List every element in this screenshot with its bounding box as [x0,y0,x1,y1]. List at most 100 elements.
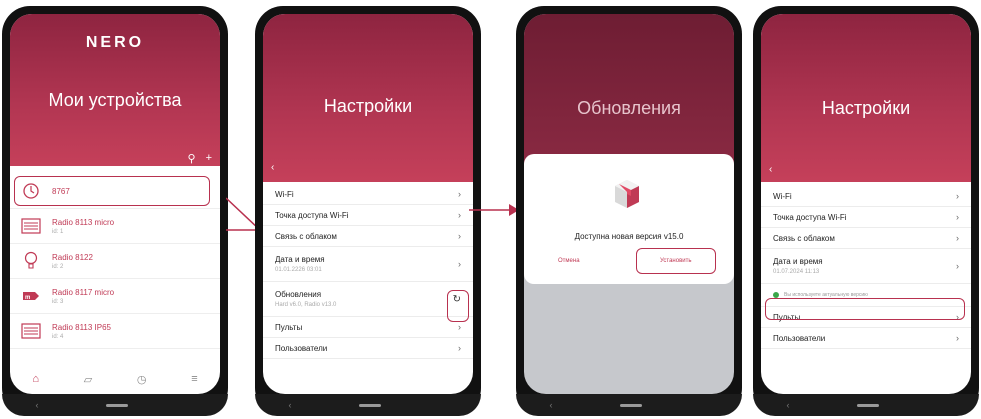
search-icon[interactable]: ⚲ [188,152,196,165]
settings-item-cloud[interactable]: Связь с облаком › [761,228,971,249]
chevron-right-icon: › [956,212,959,222]
chevron-right-icon: › [956,191,959,201]
page-title: Обновления [577,98,681,118]
settings-label: Обновления [275,290,322,299]
settings-label: Пользователи [773,333,826,343]
settings-label: Дата и время [773,257,823,266]
device-name: Radio 8113 micro [52,217,115,227]
system-nav-bar: ‹ [2,394,228,416]
update-dialog: Доступна новая версия v15.0 Отмена Устан… [524,154,734,284]
radio-icon [20,215,42,237]
home-pill[interactable] [619,403,642,407]
settings-label: Связь с облаком [773,233,835,243]
settings-list: Wi-Fi › Точка доступа Wi-Fi › Связь с обла… [761,186,971,349]
svg-text:m: m [25,295,30,301]
chevron-right-icon: › [956,233,959,243]
cancel-button[interactable]: Отмена [558,258,580,264]
chevron-right-icon: › [956,333,959,343]
settings-item-remotes[interactable]: Пульты › [263,317,473,338]
radio-icon [20,320,42,342]
settings-label: Пользователи [275,343,328,353]
settings-item-hotspot[interactable]: Точка доступа Wi-Fi › [761,207,971,228]
status-bar [775,18,957,28]
status-bar [24,18,206,28]
phone-settings: Настройки ‹ Wi-Fi › Точка доступа Wi-Fi › … [255,6,481,416]
settings-label: Wi-Fi [773,191,792,201]
chevron-right-icon: › [458,210,461,220]
settings-item-users[interactable]: Пользователи › [263,338,473,359]
settings-label: Дата и время [275,255,325,264]
device-name: Radio 8122 [52,252,93,262]
device-name: Radio 8113 IP65 [52,322,112,332]
chevron-right-icon: › [458,259,461,269]
back-nav-icon[interactable]: ‹ [550,400,553,410]
highlight-box [447,290,469,322]
settings-value: Hard v6.0, Radio v13.0 [275,302,337,308]
highlight-box [14,176,210,206]
settings-label: Пульты [275,322,303,332]
back-nav-icon[interactable]: ‹ [787,400,790,410]
add-icon[interactable]: + [206,152,212,165]
settings-item-wifi[interactable]: Wi-Fi › [263,184,473,205]
menu-icon[interactable]: ≡ [191,373,197,385]
device-id: id: 3 [52,298,64,305]
package-icon [615,180,639,208]
device-item[interactable]: Radio 8113 IP65 id: 4 [10,314,220,349]
screen: Настройки ‹ Wi-Fi › Точка доступа Wi-Fi › … [761,14,971,394]
settings-item-datetime[interactable]: Дата и время 01.01.2226 03:01 › [263,247,473,282]
screen: Обновления Доступна новая версия v15.0 О… [524,14,734,394]
chevron-right-icon: › [458,189,461,199]
phone-settings-updated: Настройки ‹ Wi-Fi › Точка доступа Wi-Fi › … [753,6,979,416]
header-background [524,14,734,174]
device-item[interactable]: Radio 8122 id: 2 [10,244,220,279]
settings-item-cloud[interactable]: Связь с облаком › [263,226,473,247]
settings-item-updates[interactable]: Обновления Hard v6.0, Radio v13.0 ↻ [263,282,473,317]
back-arrow-icon[interactable]: ‹ [769,164,772,175]
settings-item-users[interactable]: Пользователи › [761,328,971,349]
settings-label: Точка доступа Wi-Fi [773,212,847,222]
phone-my-devices: NERO Мои устройства ⚲ + 8767 Radio 8113 … [2,6,228,416]
chevron-right-icon: › [956,261,959,271]
settings-label: Связь с облаком [275,231,337,241]
home-pill[interactable] [105,403,128,407]
dialog-message: Доступна новая версия v15.0 [574,232,684,241]
page-title: Мои устройства [48,90,182,110]
page-title: Настройки [323,96,413,116]
system-nav-bar: ‹ [516,394,742,416]
settings-label: Точка доступа Wi-Fi [275,210,349,220]
settings-list: Wi-Fi › Точка доступа Wi-Fi › Связь с обла… [263,184,473,359]
back-arrow-icon[interactable]: ‹ [271,162,274,173]
highlight-box [636,248,716,274]
settings-label: Wi-Fi [275,189,294,199]
device-id: id: 1 [52,228,64,235]
home-pill[interactable] [856,403,879,407]
chevron-right-icon: › [458,322,461,332]
system-nav-bar: ‹ [753,394,979,416]
remote-icon: m [20,285,42,307]
home-icon[interactable]: ⌂ [32,373,39,385]
device-item[interactable]: Radio 8113 micro id: 1 [10,209,220,244]
home-pill[interactable] [358,403,381,407]
screen: Настройки ‹ Wi-Fi › Точка доступа Wi-Fi › … [263,14,473,394]
arrow-icon [469,204,519,216]
device-item[interactable]: m Radio 8117 micro id: 3 [10,279,220,314]
settings-item-wifi[interactable]: Wi-Fi › [761,186,971,207]
back-nav-icon[interactable]: ‹ [36,400,39,410]
settings-item-hotspot[interactable]: Точка доступа Wi-Fi › [263,205,473,226]
device-id: id: 4 [52,333,64,340]
status-bar [538,18,720,28]
device-id: id: 2 [52,263,64,270]
back-nav-icon[interactable]: ‹ [289,400,292,410]
header-actions: ⚲ + [188,152,213,165]
page-title: Настройки [821,98,911,118]
settings-item-datetime[interactable]: Дата и время 01.07.2024 11:13 › [761,249,971,284]
settings-value: 01.07.2024 11:13 [773,269,820,275]
system-nav-bar: ‹ [255,394,481,416]
chevron-right-icon: › [458,231,461,241]
clock-tab-icon[interactable]: ◷ [137,373,147,386]
folder-icon[interactable]: ▱ [84,373,92,386]
screen: NERO Мои устройства ⚲ + 8767 Radio 8113 … [10,14,220,394]
status-bar [277,18,459,28]
highlight-box [765,298,965,320]
brand-logo: NERO [85,34,145,51]
